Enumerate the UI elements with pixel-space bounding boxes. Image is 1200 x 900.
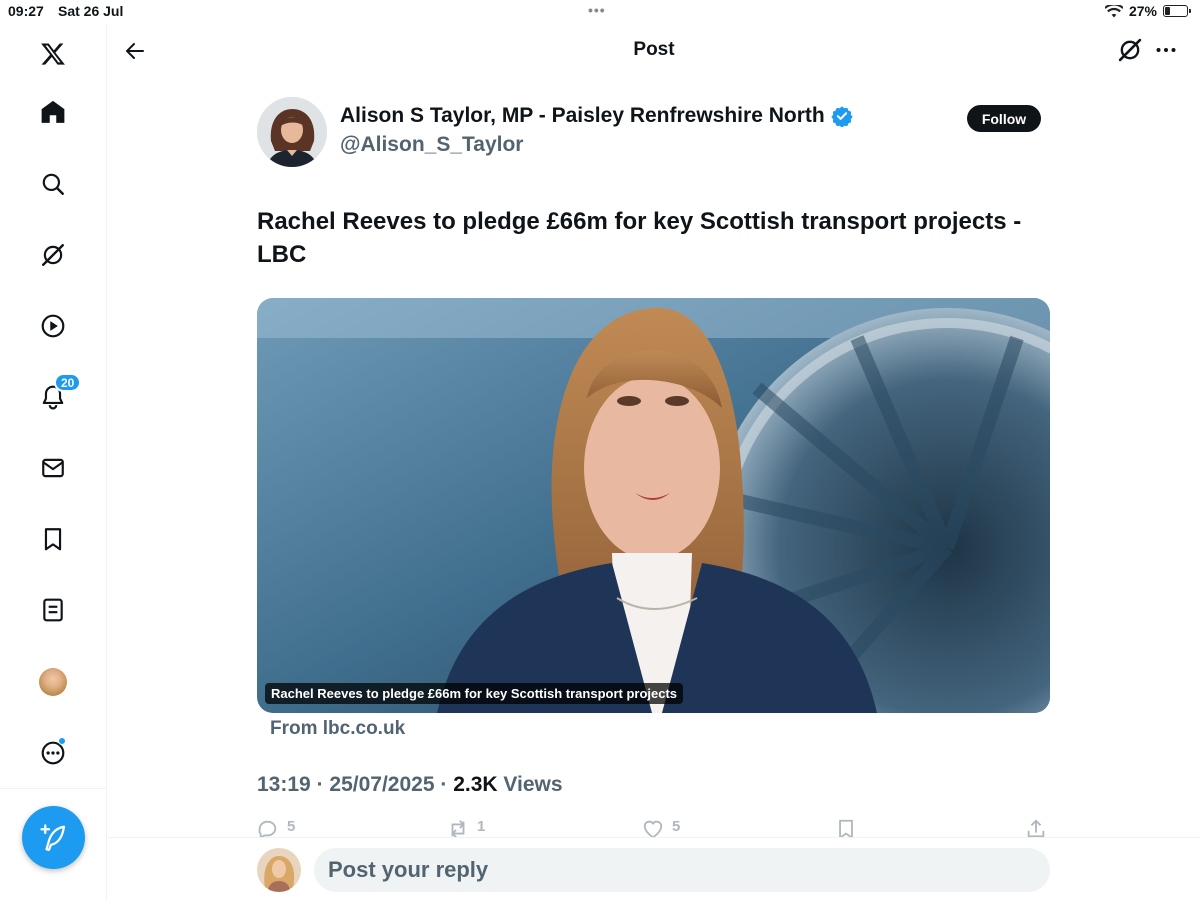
- grok-button[interactable]: [1116, 36, 1144, 64]
- page-title: Post: [633, 39, 675, 60]
- like-count: 5: [672, 818, 681, 835]
- post-actions: 5 1 5: [257, 818, 1049, 838]
- compose-button[interactable]: [22, 806, 85, 869]
- bell-icon[interactable]: 20: [35, 373, 82, 415]
- bookmark-button[interactable]: [835, 818, 857, 838]
- reply-icon: [258, 820, 277, 838]
- wifi-icon: [1104, 4, 1123, 17]
- compose-quill-icon: [39, 823, 65, 851]
- status-indicators: 27%: [1104, 3, 1191, 19]
- card-image: [257, 298, 1050, 713]
- notification-badge: 20: [54, 373, 82, 392]
- meta-separator: ·: [440, 773, 448, 796]
- post-header: Post: [108, 24, 1200, 76]
- author-name-text: Alison S Taylor, MP - Paisley Renfrewshi…: [340, 104, 825, 127]
- status-time: 09:27: [8, 3, 44, 19]
- reply-bar: Post your reply: [108, 837, 1200, 900]
- mail-icon[interactable]: [35, 450, 71, 486]
- bookmark-icon: [839, 819, 853, 838]
- battery-icon: [1163, 5, 1191, 17]
- repost-icon: [451, 820, 465, 838]
- card-caption: Rachel Reeves to pledge £66m for key Sco…: [265, 683, 684, 704]
- avatar: [39, 668, 67, 696]
- link-card[interactable]: [257, 298, 1050, 713]
- post-meta: 13:19 · 25/07/2025 · 2.3K Views: [257, 773, 563, 797]
- status-date: Sat 26 Jul: [58, 3, 124, 19]
- search-icon[interactable]: [35, 166, 71, 202]
- author-name[interactable]: Alison S Taylor, MP - Paisley Renfrewshi…: [340, 104, 853, 128]
- multitasking-dots-icon[interactable]: •••: [588, 2, 606, 18]
- play-icon[interactable]: [35, 308, 71, 344]
- reply-input[interactable]: Post your reply: [314, 848, 1050, 892]
- post-text: Rachel Reeves to pledge £66m for key Sco…: [257, 208, 1022, 268]
- unread-dot: [58, 737, 66, 745]
- card-domain[interactable]: From lbc.co.uk: [270, 718, 405, 740]
- author-avatar[interactable]: [257, 97, 327, 167]
- reply-count: 5: [287, 818, 296, 835]
- like-button[interactable]: 5: [642, 818, 680, 838]
- views-count: 2.3K: [453, 773, 498, 796]
- avatar: [257, 848, 301, 892]
- more-options-button[interactable]: [1152, 36, 1180, 64]
- share-icon: [1027, 819, 1045, 838]
- more-circle-icon[interactable]: [35, 735, 71, 771]
- battery-level: [1165, 7, 1171, 15]
- heart-icon: [643, 820, 663, 838]
- sidebar: 20: [0, 24, 107, 900]
- list-icon[interactable]: [35, 592, 71, 628]
- meta-separator: ·: [316, 773, 324, 796]
- verified-badge-icon: [831, 106, 853, 127]
- sidebar-divider: [0, 788, 107, 789]
- grok-icon[interactable]: [35, 237, 71, 273]
- repost-button[interactable]: 1: [447, 818, 485, 838]
- status-bar: 09:27 Sat 26 Jul ••• 27%: [0, 0, 1200, 24]
- profile-avatar[interactable]: [35, 664, 71, 700]
- reply-avatar: [257, 848, 301, 892]
- reply-button[interactable]: 5: [257, 818, 295, 838]
- views-label: Views: [503, 773, 563, 796]
- home-icon[interactable]: [35, 94, 71, 130]
- author-photo: [257, 97, 327, 167]
- repost-count: 1: [477, 818, 486, 835]
- bookmark-icon[interactable]: [35, 521, 71, 557]
- share-button[interactable]: [1025, 818, 1047, 838]
- post-date[interactable]: 25/07/2025: [329, 773, 434, 796]
- grok-icon: [1118, 38, 1142, 62]
- follow-button[interactable]: Follow: [967, 105, 1041, 132]
- battery-percent: 27%: [1128, 3, 1157, 19]
- x-logo-icon[interactable]: [35, 36, 71, 72]
- author-handle[interactable]: @Alison_S_Taylor: [340, 133, 523, 157]
- more-icon: [1156, 48, 1176, 52]
- post-time[interactable]: 13:19: [257, 773, 311, 796]
